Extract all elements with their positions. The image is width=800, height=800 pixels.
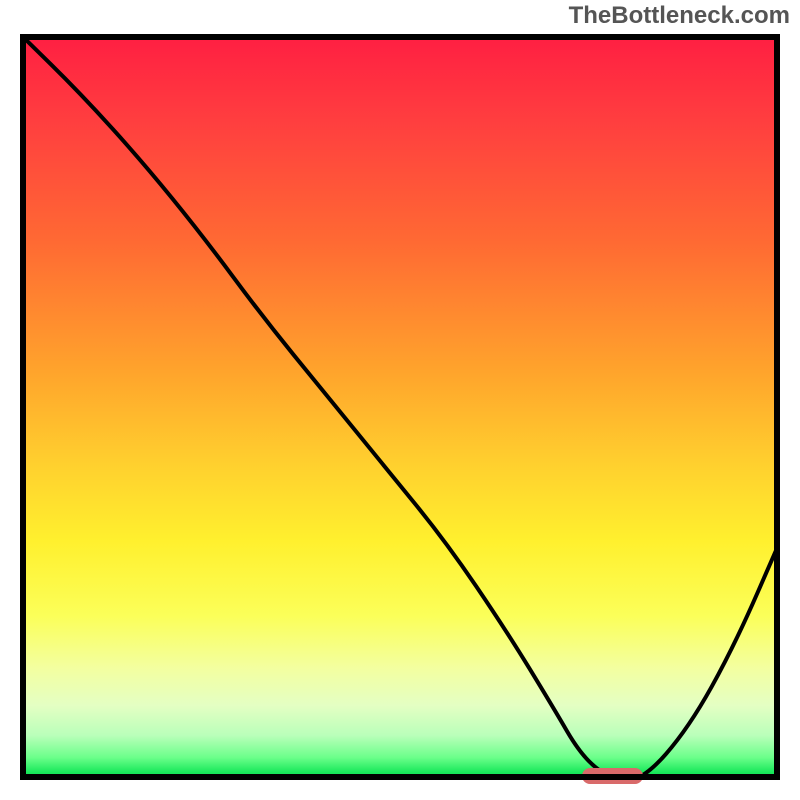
plot-frame xyxy=(14,28,786,786)
optimal-range-marker xyxy=(582,768,643,784)
watermark-text: TheBottleneck.com xyxy=(569,2,790,30)
chart-wrapper: TheBottleneck.com xyxy=(0,0,800,800)
plot-gradient-background xyxy=(20,34,780,780)
